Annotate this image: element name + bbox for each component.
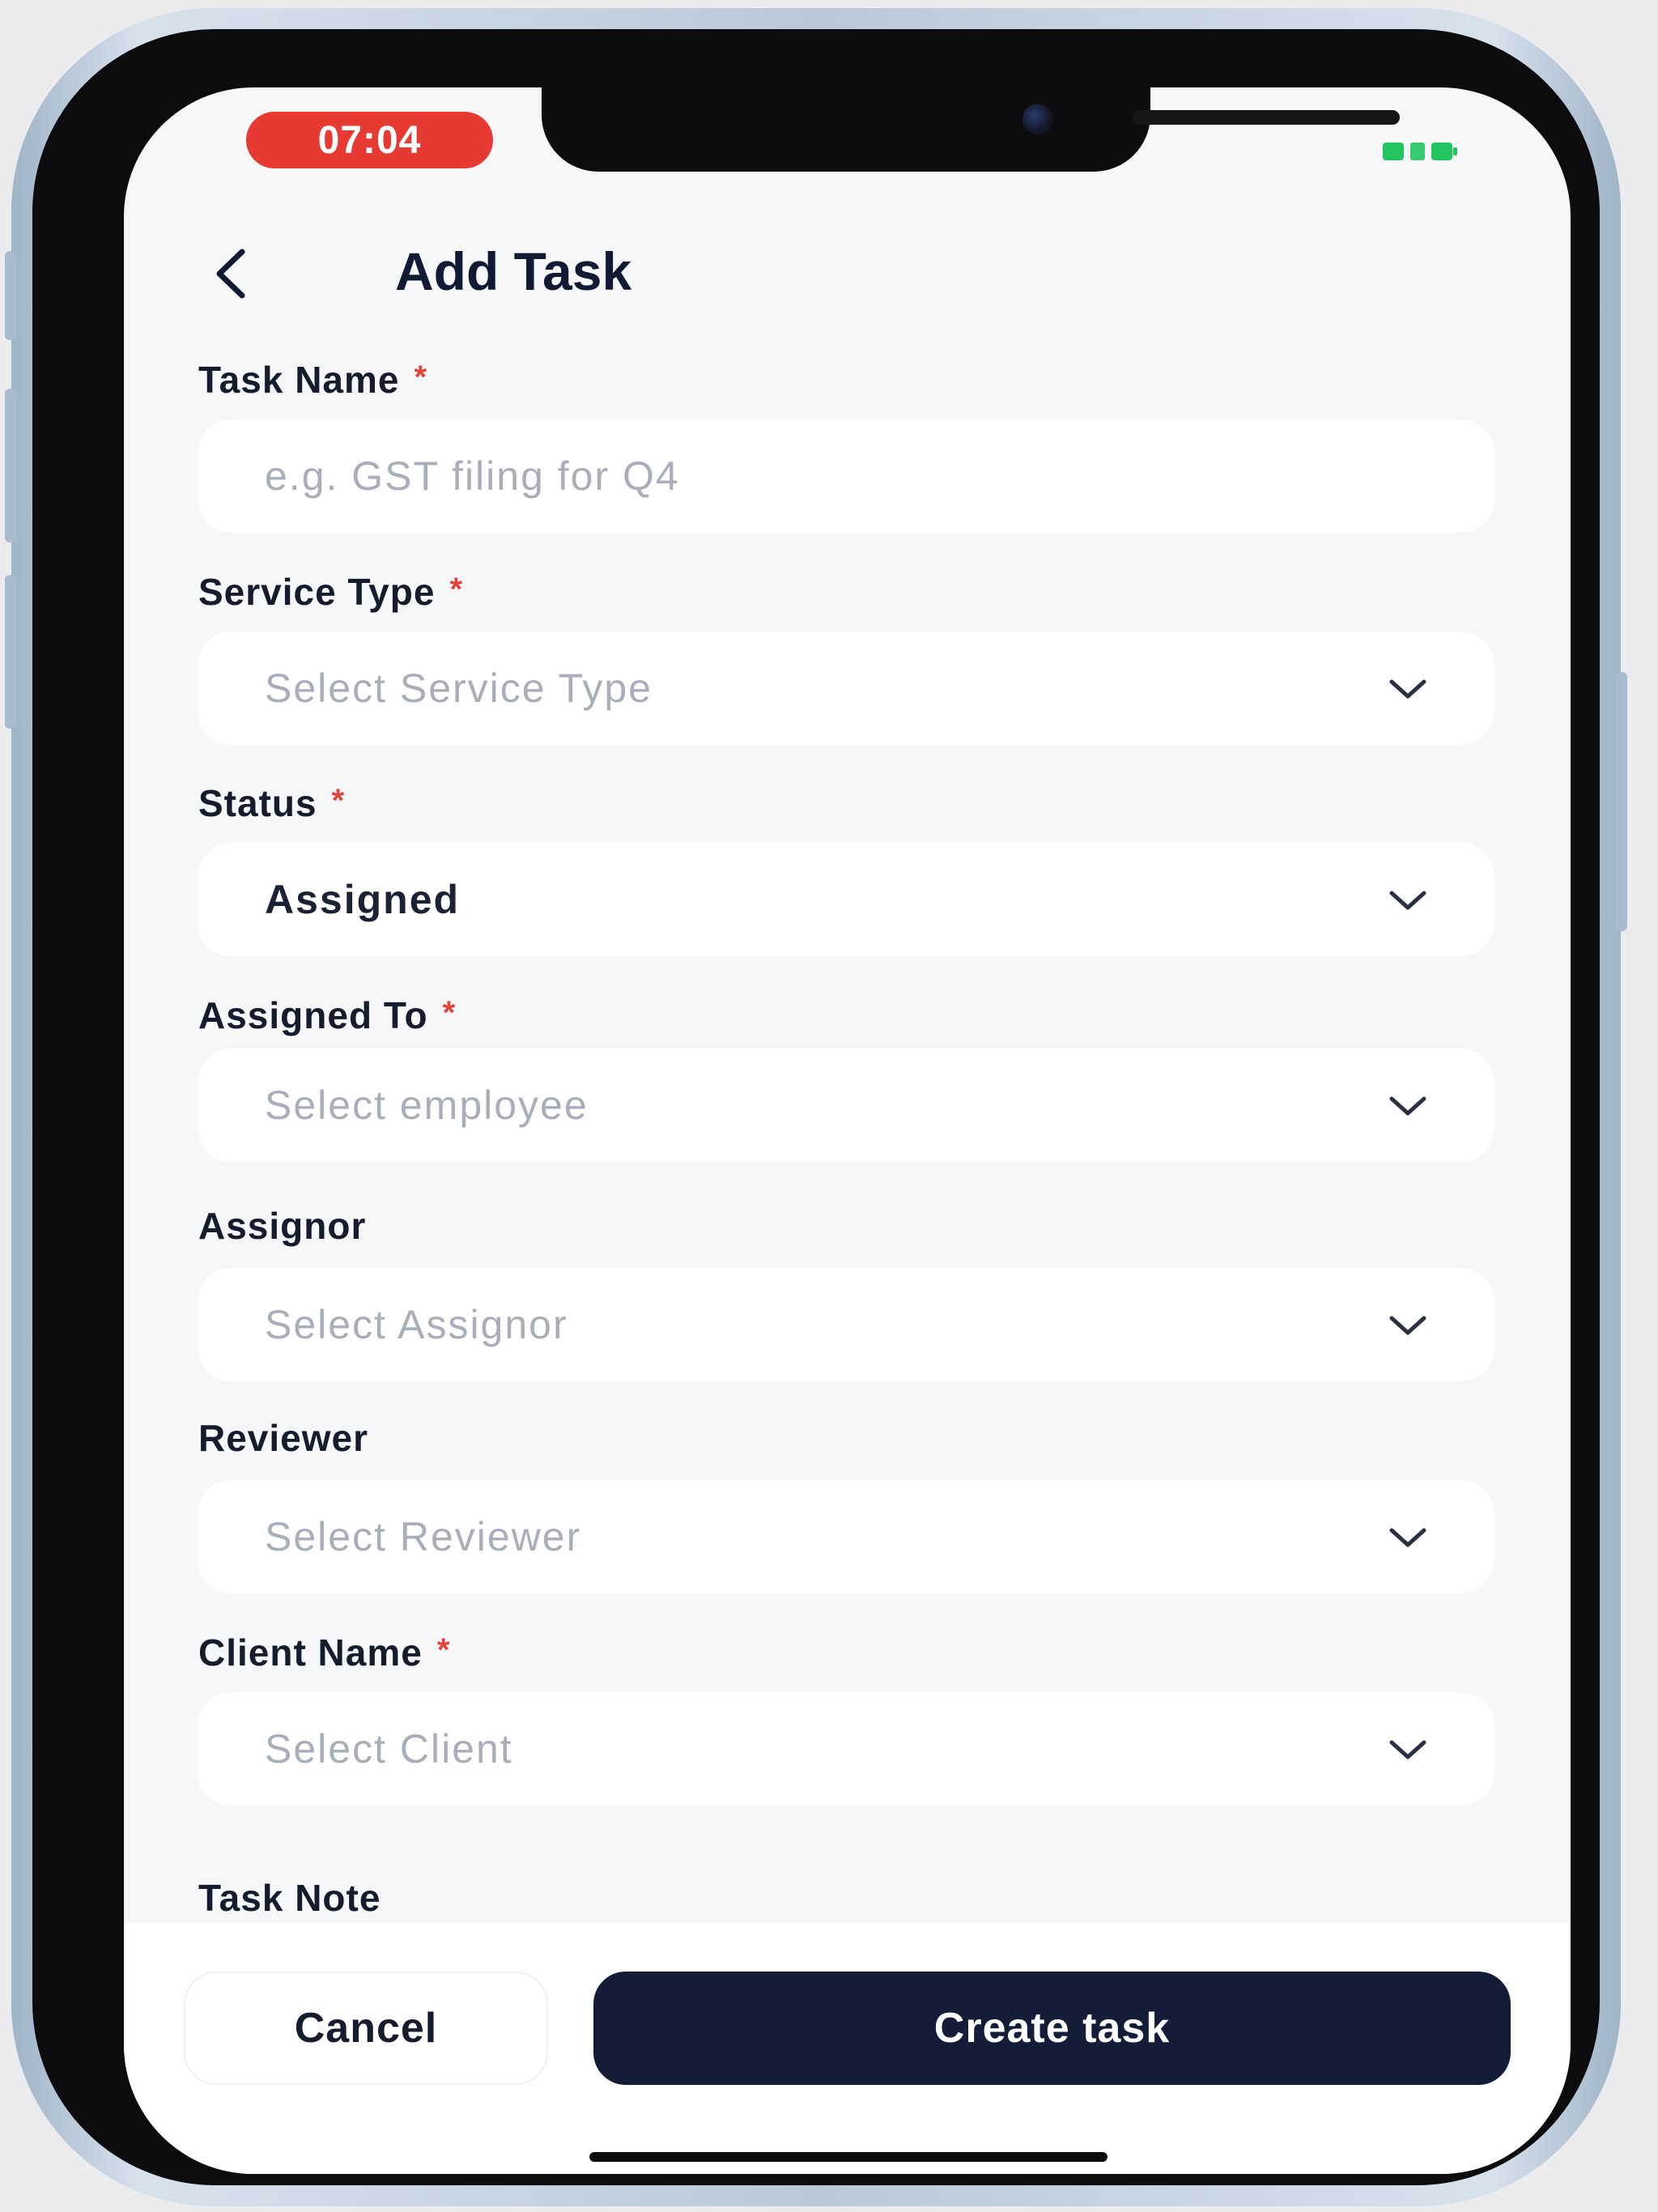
assigned-to-value: Select employee <box>265 1083 589 1128</box>
task-name-placeholder: e.g. GST filing for Q4 <box>265 453 680 499</box>
task-name-label: Task Name * <box>198 355 427 402</box>
assignor-dropdown[interactable]: Select Assignor <box>198 1268 1494 1381</box>
chevron-down-icon <box>1389 679 1426 699</box>
mute-switch <box>5 251 16 340</box>
phone-bezel: 07:04 Add Task Task Name * e.g. GST fili… <box>32 29 1600 2185</box>
status-value: Assigned <box>265 877 461 922</box>
create-task-button[interactable]: Create task <box>593 1972 1511 2085</box>
volume-up-button <box>5 389 16 542</box>
status-dropdown[interactable]: Assigned <box>198 843 1494 956</box>
reviewer-dropdown[interactable]: Select Reviewer <box>198 1480 1494 1593</box>
service-type-label: Service Type * <box>198 567 463 615</box>
service-type-label-text: Service Type <box>198 571 436 613</box>
status-time: 07:04 <box>246 112 493 168</box>
required-asterisk: * <box>436 1632 451 1668</box>
front-camera <box>1022 104 1053 134</box>
assigned-to-label-text: Assigned To <box>198 994 428 1036</box>
reviewer-value: Select Reviewer <box>265 1514 582 1559</box>
action-footer: Cancel Create task <box>124 1923 1571 2174</box>
assignor-value: Select Assignor <box>265 1302 568 1347</box>
cancel-button[interactable]: Cancel <box>184 1972 548 2085</box>
battery-charging-icon <box>1383 143 1457 160</box>
required-asterisk: * <box>331 783 346 819</box>
client-name-label-text: Client Name <box>198 1631 423 1674</box>
status-label: Status * <box>198 778 345 826</box>
task-name-label-text: Task Name <box>198 359 400 401</box>
home-indicator[interactable] <box>589 2152 1107 2162</box>
required-asterisk: * <box>414 359 428 395</box>
chevron-down-icon <box>1389 1096 1426 1116</box>
speaker-grill <box>1133 110 1400 125</box>
required-asterisk: * <box>442 995 457 1031</box>
notch <box>542 87 1400 172</box>
chevron-down-icon <box>1389 1316 1426 1335</box>
reviewer-label-text: Reviewer <box>198 1417 369 1459</box>
chevron-down-icon <box>1389 1528 1426 1547</box>
client-name-label: Client Name * <box>198 1627 450 1675</box>
chevron-down-icon <box>1389 1740 1426 1759</box>
chevron-down-icon <box>1389 891 1426 910</box>
page-title: Add Task <box>395 241 632 301</box>
assigned-to-dropdown[interactable]: Select employee <box>198 1049 1494 1162</box>
assignor-label: Assignor <box>198 1203 366 1249</box>
phone-frame: 07:04 Add Task Task Name * e.g. GST fili… <box>5 8 1627 2206</box>
client-name-value: Select Client <box>265 1726 513 1772</box>
required-asterisk: * <box>449 572 464 607</box>
power-button <box>1616 672 1627 931</box>
service-type-value: Select Service Type <box>265 666 653 711</box>
task-note-label-text: Task Note <box>198 1877 381 1919</box>
volume-down-button <box>5 575 16 729</box>
assigned-to-label: Assigned To * <box>198 990 456 1038</box>
service-type-dropdown[interactable]: Select Service Type <box>198 632 1494 745</box>
screen: 07:04 Add Task Task Name * e.g. GST fili… <box>124 87 1571 2174</box>
chevron-left-icon <box>216 249 245 299</box>
assignor-label-text: Assignor <box>198 1205 367 1247</box>
reviewer-label: Reviewer <box>198 1415 368 1461</box>
client-name-dropdown[interactable]: Select Client <box>198 1692 1494 1806</box>
status-label-text: Status <box>198 782 317 824</box>
task-name-input[interactable]: e.g. GST filing for Q4 <box>198 419 1494 533</box>
back-button[interactable] <box>198 241 263 306</box>
task-note-label: Task Note <box>198 1875 380 1921</box>
